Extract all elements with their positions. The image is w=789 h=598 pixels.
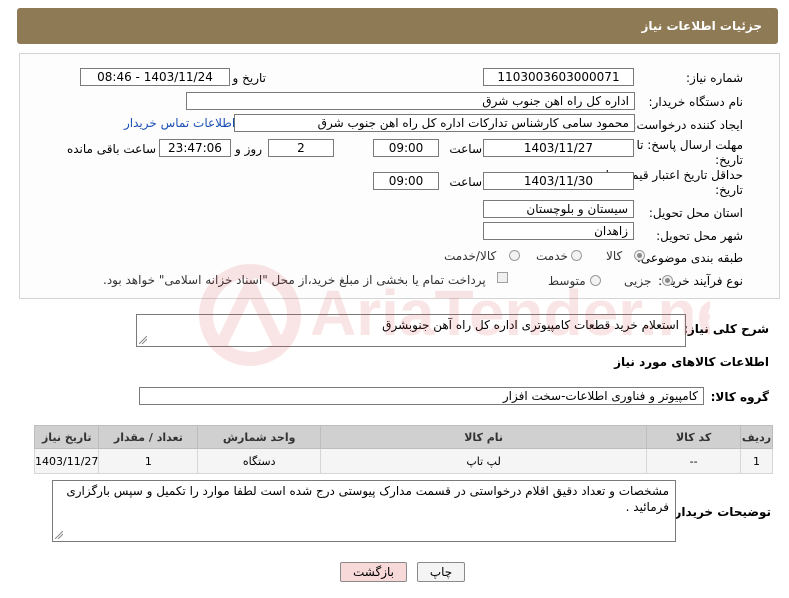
col-header-need-date: تاریخ نیاز	[33, 425, 100, 449]
page-title: جزئیات اطلاعات نیاز	[641, 19, 762, 33]
buyer-notes-text: مشخصات و تعداد دقیق اقلام درخواستی در قس…	[66, 484, 669, 514]
buyer-contact-link[interactable]: اطلاعات تماس خریدار	[124, 116, 235, 130]
table-row[interactable]: 1 -- لپ تاپ دستگاه 1 1403/11/27	[33, 448, 773, 474]
purchase-minor-text: جزیی	[624, 274, 652, 288]
items-table: ردیف کد کالا نام کالا واحد شمارش تعداد /…	[33, 425, 773, 474]
remaining-time-field[interactable]: 23:47:06	[159, 139, 231, 157]
buyer-notes-field[interactable]: مشخصات و تعداد دقیق اقلام درخواستی در قس…	[52, 480, 676, 542]
cell-quantity: 1	[98, 448, 199, 474]
reply-time-field[interactable]: 09:00	[373, 139, 439, 157]
need-number-label: شماره نیاز:	[686, 71, 743, 85]
cell-item-code: --	[646, 448, 742, 474]
province-label: استان محل تحویل:	[648, 206, 743, 220]
category-goods-service-text: کالا/خدمت	[444, 249, 497, 263]
col-header-quantity: تعداد / مقدار	[98, 425, 199, 449]
reply-deadline-label: مهلت ارسال پاسخ: تا	[636, 138, 743, 152]
cell-unit: دستگاه	[197, 448, 322, 474]
reply-days-field[interactable]: 2	[268, 139, 334, 157]
reply-deadline-label-line2: تاریخ:	[715, 153, 743, 167]
reply-date-field[interactable]: 1403/11/27	[483, 139, 634, 157]
description-text: استعلام خرید قطعات کامپیوتری اداره کل را…	[382, 318, 679, 332]
price-validity-time-label: ساعت	[449, 175, 482, 189]
cell-need-date: 1403/11/27	[33, 448, 100, 474]
description-field[interactable]: استعلام خرید قطعات کامپیوتری اداره کل را…	[136, 314, 686, 347]
reply-time-label: ساعت	[449, 142, 482, 156]
back-button[interactable]: بازگشت	[340, 562, 407, 582]
category-service-text: خدمت	[536, 249, 568, 263]
treasury-payment-note: پرداخت تمام یا بخشی از مبلغ خرید،از محل …	[103, 273, 486, 287]
price-validity-time-field[interactable]: 09:00	[373, 172, 439, 190]
purchase-minor-radio[interactable]	[662, 275, 673, 286]
treasury-payment-checkbox[interactable]	[497, 272, 508, 283]
category-goods-service-radio[interactable]	[509, 250, 520, 261]
category-service-radio[interactable]	[571, 250, 582, 261]
cell-item-name: لپ تاپ	[320, 448, 648, 474]
purchase-medium-radio[interactable]	[590, 275, 601, 286]
page-header: جزئیات اطلاعات نیاز	[17, 8, 778, 44]
need-number-field[interactable]: 1103003603000071	[483, 68, 634, 86]
category-goods-text: کالا	[606, 249, 623, 263]
requester-field[interactable]: محمود سامی کارشناس تدارکات اداره کل راه …	[234, 114, 635, 132]
announce-datetime-field[interactable]: 1403/11/24 - 08:46	[80, 68, 230, 86]
days-label: روز و	[235, 142, 262, 156]
buyer-org-field[interactable]: اداره کل راه اهن جنوب شرق	[186, 92, 635, 110]
col-header-item-code: کد کالا	[646, 425, 742, 449]
col-header-item-name: نام کالا	[320, 425, 648, 449]
remaining-label: ساعت باقی مانده	[66, 142, 156, 156]
resize-handle-icon[interactable]	[55, 531, 63, 539]
price-validity-label-line2: تاریخ:	[715, 183, 743, 197]
resize-handle-icon[interactable]	[139, 336, 147, 344]
goods-group-label: گروه کالا:	[710, 390, 769, 404]
city-label: شهر محل تحویل:	[656, 229, 743, 243]
purchase-medium-text: متوسط	[548, 274, 586, 288]
table-header-row: ردیف کد کالا نام کالا واحد شمارش تعداد /…	[33, 425, 773, 449]
requester-label: ایجاد کننده درخواست:	[632, 118, 743, 132]
buyer-org-label: نام دستگاه خریدار:	[648, 95, 744, 109]
buyer-notes-label: توضیحات خریدار:	[669, 505, 771, 519]
description-label: شرح کلی نیاز:	[683, 322, 769, 336]
goods-group-field[interactable]: کامپیوتر و فناوری اطلاعات-سخت افزار	[139, 387, 704, 405]
print-button[interactable]: چاپ	[417, 562, 465, 582]
goods-section-title: اطلاعات کالاهای مورد نیاز	[614, 355, 769, 369]
cell-row-number: 1	[740, 448, 773, 474]
category-goods-radio[interactable]	[634, 250, 645, 261]
col-header-unit: واحد شمارش	[197, 425, 322, 449]
category-label: طبقه بندی موضوعی:	[636, 251, 743, 265]
province-field[interactable]: سیستان و بلوچستان	[483, 200, 634, 218]
col-header-row-number: ردیف	[740, 425, 773, 449]
need-details-page: جزئیات اطلاعات نیاز شماره نیاز: 11030036…	[0, 0, 789, 598]
price-validity-date-field[interactable]: 1403/11/30	[483, 172, 634, 190]
city-field[interactable]: زاهدان	[483, 222, 634, 240]
